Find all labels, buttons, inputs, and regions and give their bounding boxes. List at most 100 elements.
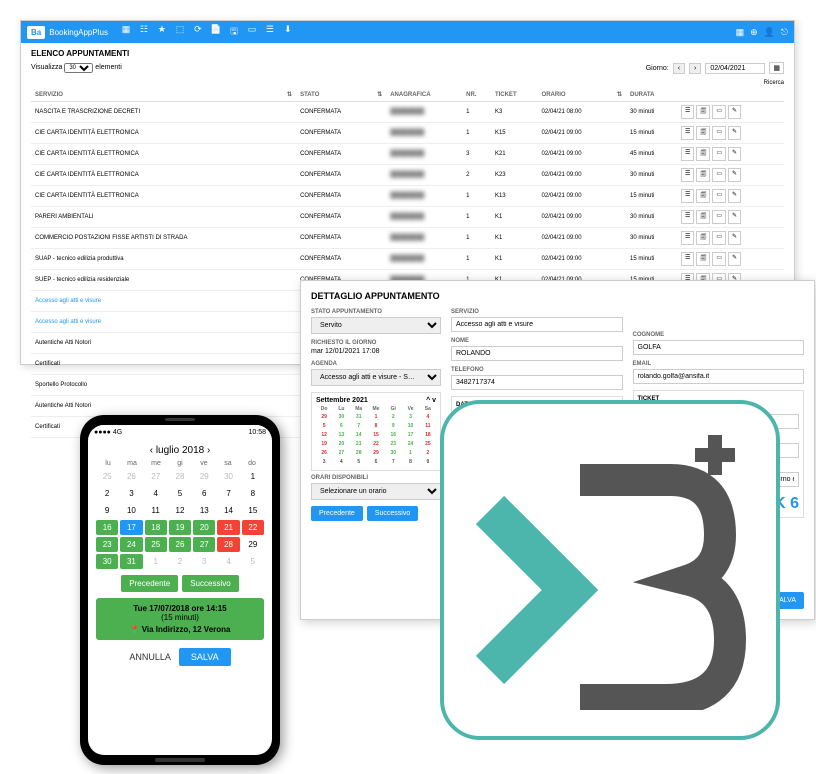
phone-cal-day[interactable]: 11: [145, 503, 167, 518]
orari-select[interactable]: Selezionare un orario: [311, 483, 441, 500]
phone-cal-day[interactable]: 14: [217, 503, 239, 518]
table-row[interactable]: CIE CARTA IDENTITÀ ELETTRONICACONFERMATA…: [31, 186, 784, 207]
action-icon[interactable]: ▭: [712, 105, 726, 119]
mini-calendar[interactable]: Settembre 2021^ v DoLuMaMeGiVeSa29303112…: [311, 392, 441, 471]
toolbar-icon[interactable]: ⎋: [781, 27, 788, 38]
toolbar-icon[interactable]: 👤: [764, 27, 775, 38]
col-ticket[interactable]: TICKET: [491, 88, 538, 102]
telefono-input[interactable]: [451, 375, 623, 390]
toolbar-icon[interactable]: ▦: [736, 27, 745, 38]
toolbar-icon[interactable]: ⬚: [174, 24, 186, 40]
action-icon[interactable]: 🗐: [696, 210, 710, 224]
action-icon[interactable]: ✎: [728, 210, 741, 224]
phone-cal-day[interactable]: 24: [120, 537, 142, 552]
action-icon[interactable]: ✎: [728, 252, 741, 266]
col-sort[interactable]: ⇅: [283, 88, 296, 102]
page-size-select[interactable]: 30: [64, 63, 93, 73]
col-servizio[interactable]: SERVIZIO: [31, 88, 283, 102]
phone-cal-day[interactable]: 1: [145, 554, 167, 569]
phone-cal-day[interactable]: 2: [96, 486, 118, 501]
action-icon[interactable]: 🗐: [696, 189, 710, 203]
action-icon[interactable]: 🗐: [696, 105, 710, 119]
action-icon[interactable]: ☰: [681, 168, 694, 182]
col-durata[interactable]: DURATA: [626, 88, 677, 102]
toolbar-icon[interactable]: ★: [156, 24, 168, 40]
phone-cal-day[interactable]: 28: [169, 469, 191, 484]
col-orario[interactable]: ORARIO: [538, 88, 613, 102]
table-row[interactable]: CIE CARTA IDENTITÀ ELETTRONICACONFERMATA…: [31, 144, 784, 165]
prev-day-button[interactable]: ‹: [673, 63, 685, 74]
phone-cal-day[interactable]: 10: [120, 503, 142, 518]
phone-cal-day[interactable]: 9: [96, 503, 118, 518]
phone-cal-day[interactable]: 15: [242, 503, 264, 518]
action-icon[interactable]: ✎: [728, 147, 741, 161]
phone-cal-day[interactable]: 28: [217, 537, 239, 552]
toolbar-icon[interactable]: 📄: [210, 24, 222, 40]
phone-cal-day[interactable]: 21: [217, 520, 239, 535]
phone-cal-day[interactable]: 27: [145, 469, 167, 484]
phone-cal-day[interactable]: 4: [217, 554, 239, 569]
stato-select[interactable]: Servito: [311, 317, 441, 334]
table-row[interactable]: PARERI AMBIENTALICONFERMATA████████1K102…: [31, 207, 784, 228]
email-input[interactable]: [633, 369, 805, 384]
phone-cal-day[interactable]: 8: [242, 486, 264, 501]
phone-cal-day[interactable]: 26: [120, 469, 142, 484]
action-icon[interactable]: ▭: [712, 168, 726, 182]
action-icon[interactable]: ☰: [681, 252, 694, 266]
toolbar-icon[interactable]: ⟳: [192, 24, 204, 40]
action-icon[interactable]: ▭: [712, 252, 726, 266]
phone-cal-day[interactable]: 17: [120, 520, 142, 535]
phone-cal-day[interactable]: 23: [96, 537, 118, 552]
phone-cal-day[interactable]: 22: [242, 520, 264, 535]
col-anagrafica[interactable]: ANAGRAFICA: [386, 88, 462, 102]
phone-cal-day[interactable]: 13: [193, 503, 215, 518]
phone-cal-day[interactable]: 3: [120, 486, 142, 501]
action-icon[interactable]: ☰: [681, 105, 694, 119]
phone-cal-day[interactable]: 26: [169, 537, 191, 552]
phone-cal-day[interactable]: 16: [96, 520, 118, 535]
action-icon[interactable]: 🗐: [696, 252, 710, 266]
phone-cal-day[interactable]: 29: [242, 537, 264, 552]
phone-prec-button[interactable]: Precedente: [121, 575, 178, 592]
table-row[interactable]: NASCITA E TRASCRIZIONE DECRETICONFERMATA…: [31, 102, 784, 123]
toolbar-icon[interactable]: 🖫: [228, 24, 240, 40]
action-icon[interactable]: 🗐: [696, 147, 710, 161]
action-icon[interactable]: ☰: [681, 147, 694, 161]
phone-succ-button[interactable]: Successivo: [182, 575, 238, 592]
action-icon[interactable]: 🗐: [696, 126, 710, 140]
toolbar-icon[interactable]: ▭: [246, 24, 258, 40]
action-icon[interactable]: ✎: [728, 105, 741, 119]
phone-cal-day[interactable]: 6: [193, 486, 215, 501]
phone-cal-day[interactable]: 27: [193, 537, 215, 552]
nome-input[interactable]: [451, 346, 623, 361]
phone-cal-day[interactable]: 2: [169, 554, 191, 569]
phone-cal-day[interactable]: 18: [145, 520, 167, 535]
phone-cal-day[interactable]: 4: [145, 486, 167, 501]
phone-cal-day[interactable]: 30: [96, 554, 118, 569]
phone-cal-day[interactable]: 20: [193, 520, 215, 535]
phone-cal-day[interactable]: 3: [193, 554, 215, 569]
phone-cal-day[interactable]: 5: [169, 486, 191, 501]
next-day-button[interactable]: ›: [689, 63, 701, 74]
phone-cal-day[interactable]: 7: [217, 486, 239, 501]
phone-salva-button[interactable]: SALVA: [179, 648, 231, 666]
table-row[interactable]: CIE CARTA IDENTITÀ ELETTRONICACONFERMATA…: [31, 165, 784, 186]
action-icon[interactable]: ✎: [728, 168, 741, 182]
phone-annulla-button[interactable]: ANNULLA: [129, 648, 171, 666]
toolbar-icon[interactable]: ⬇: [282, 24, 294, 40]
action-icon[interactable]: 🗐: [696, 168, 710, 182]
toolbar-icon[interactable]: ▦: [120, 24, 132, 40]
action-icon[interactable]: ☰: [681, 231, 694, 245]
phone-cal-day[interactable]: 25: [145, 537, 167, 552]
action-icon[interactable]: ▭: [712, 189, 726, 203]
cal-nav[interactable]: ^ v: [426, 397, 436, 404]
phone-cal-day[interactable]: 30: [217, 469, 239, 484]
toolbar-icon[interactable]: ☰: [264, 24, 276, 40]
col-nr[interactable]: NR.: [462, 88, 491, 102]
phone-cal-day[interactable]: 5: [242, 554, 264, 569]
agenda-select[interactable]: Accesso agli atti e visure - S…: [311, 369, 441, 386]
action-icon[interactable]: ✎: [728, 231, 741, 245]
cognome-input[interactable]: [633, 340, 805, 355]
phone-cal-day[interactable]: 1: [242, 469, 264, 484]
phone-cal-day[interactable]: 12: [169, 503, 191, 518]
